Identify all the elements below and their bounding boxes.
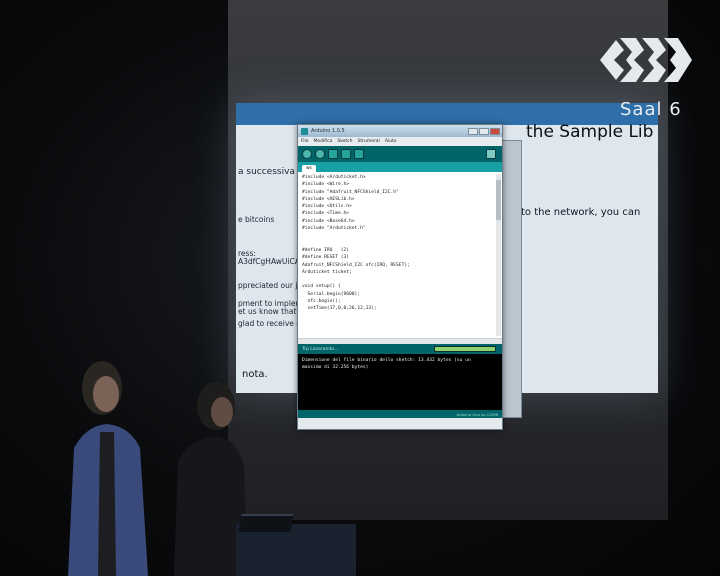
code-line: Serial.begin(9600);	[302, 291, 361, 297]
vertical-scrollbar[interactable]	[496, 174, 501, 336]
code-line: #include <Utils.h>	[302, 204, 352, 210]
verify-icon[interactable]	[302, 149, 312, 159]
code-line: Arduticket ticket;	[302, 269, 352, 275]
slide-title: the Sample Lib	[526, 122, 654, 142]
code-line: #include <Wire.h>	[302, 182, 350, 188]
upload-progress	[434, 346, 496, 352]
toolbar	[298, 146, 502, 162]
board-footer: Arduino Uno su COM6	[298, 410, 502, 418]
open-icon[interactable]	[341, 149, 351, 159]
menu-strumenti[interactable]: Strumenti	[358, 139, 380, 144]
status-bar: Trp Lavorando...	[298, 344, 502, 354]
window-controls	[468, 127, 500, 135]
code-editor[interactable]: #include <Arduticket.h> #include <Wire.h>…	[298, 172, 502, 338]
laptop	[238, 514, 294, 532]
console-line: massimo di 32.256 bytes)	[302, 365, 369, 370]
conference-logo-icon	[600, 38, 692, 82]
close-icon[interactable]	[490, 127, 500, 135]
output-console: Dimensione del file binario dello sketch…	[298, 354, 502, 410]
board-info: Arduino Uno su COM6	[456, 411, 498, 417]
arduino-icon	[301, 127, 308, 135]
minimize-icon[interactable]	[468, 127, 478, 135]
code-line: #include <Base64.h>	[302, 218, 355, 224]
window-titlebar[interactable]: Arduino 1.0.5	[298, 125, 502, 137]
slide-fragment: a successiva	[238, 167, 295, 177]
slide-left-column: a successiva e bitcoins ress: A3dfCgHAwU…	[236, 133, 322, 393]
code-line: #include "Arduticket.h"	[302, 226, 366, 232]
room-caption: Saal 6	[620, 99, 682, 120]
slide-fragment: et us know that.	[238, 307, 299, 316]
tab-strip: ws	[298, 162, 502, 172]
menu-sketch[interactable]: Sketch	[337, 139, 352, 144]
status-message: Trp Lavorando...	[302, 346, 339, 352]
menu-modifica[interactable]: Modifica	[314, 139, 333, 144]
code-line: #define RESET (3)	[302, 255, 350, 261]
background-window	[500, 140, 522, 418]
console-line: Dimensione del file binario dello sketch…	[302, 358, 471, 363]
code-line: #include <Arduticket.h>	[302, 175, 366, 180]
menu-file[interactable]: File	[301, 139, 309, 144]
code-area: #include <Arduticket.h> #include <Wire.h>…	[302, 174, 498, 313]
code-line: #include <Time.h>	[302, 211, 350, 217]
new-icon[interactable]	[328, 149, 338, 159]
menu-aiuto[interactable]: Aiuto	[385, 139, 397, 144]
code-line: Adafruit_NFCShield_I2C nfc(IRQ, RESET);	[302, 262, 410, 268]
upload-icon[interactable]	[315, 149, 325, 159]
menu-bar: File Modifica Sketch Strumenti Aiuto	[298, 137, 502, 146]
code-line: setTime(17,0,0,26,12,13);	[302, 306, 377, 312]
save-icon[interactable]	[354, 149, 364, 159]
code-line: #include <AESLib.h>	[302, 196, 355, 202]
tab-sketch[interactable]: ws	[302, 165, 317, 172]
presenter-left	[68, 361, 148, 576]
code-line: nfc.begin();	[302, 299, 341, 305]
code-line: void setup() {	[302, 284, 341, 290]
slide-fragment: e bitcoins	[238, 215, 275, 224]
code-line: #include "Adafruit_NFCShield_I2C.h"	[302, 189, 399, 195]
window-title: Arduino 1.0.5	[311, 128, 345, 134]
slide-body-text: to the network, you can	[521, 207, 641, 218]
code-line: #define IRQ (2)	[302, 247, 350, 253]
maximize-icon[interactable]	[479, 127, 489, 135]
serial-monitor-icon[interactable]	[486, 149, 496, 159]
arduino-ide-window: Arduino 1.0.5 File Modifica Sketch Strum…	[297, 124, 503, 430]
